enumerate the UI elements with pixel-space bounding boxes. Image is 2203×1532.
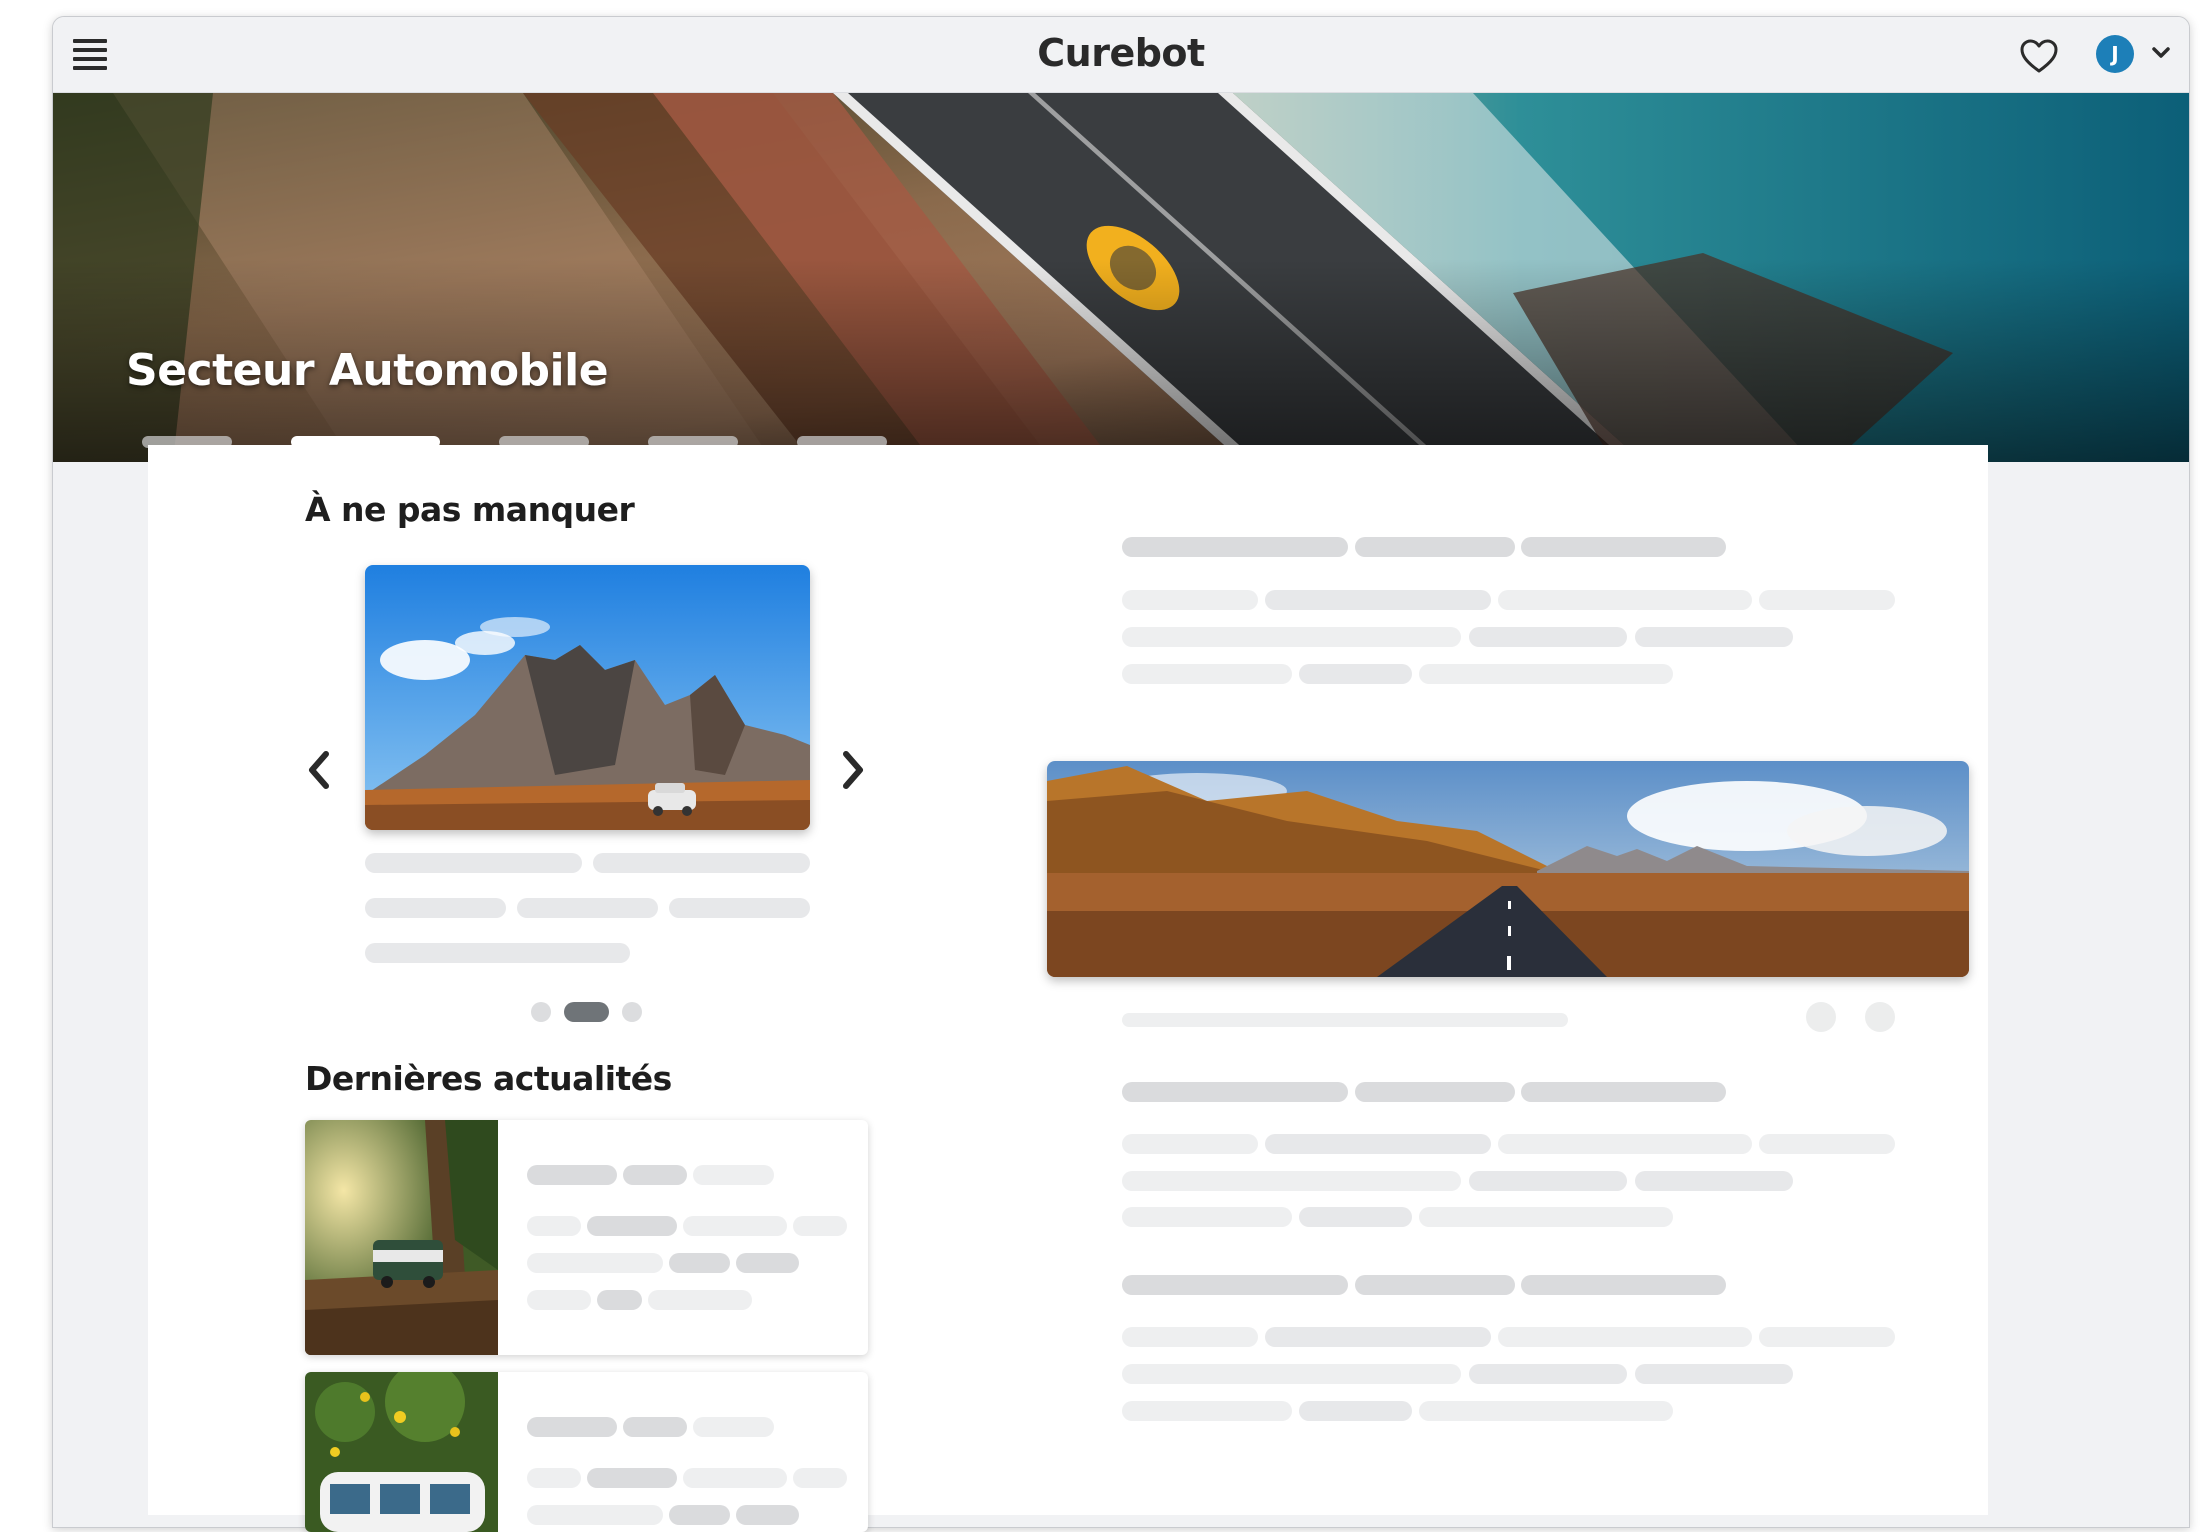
- skeleton-line: [1498, 590, 1752, 610]
- chevron-left-icon[interactable]: [302, 748, 336, 792]
- skeleton-line: [1122, 664, 1292, 684]
- skeleton-line: [527, 1290, 591, 1310]
- skeleton-line: [669, 1253, 730, 1273]
- skeleton-title: [623, 1417, 687, 1437]
- skeleton-line: [669, 1505, 730, 1525]
- skeleton-title: [1122, 1082, 1348, 1102]
- skeleton-title: [1122, 537, 1348, 557]
- heart-icon[interactable]: [2019, 37, 2059, 77]
- skeleton-line: [1299, 1207, 1412, 1227]
- news-thumbnail: [305, 1120, 498, 1355]
- skeleton-line: [1419, 1401, 1673, 1421]
- skeleton-line: [1419, 1207, 1673, 1227]
- skeleton-line: [1265, 1327, 1491, 1347]
- skeleton-line: [1122, 1171, 1461, 1191]
- news-thumbnail: [305, 1372, 498, 1532]
- skeleton-line: [1635, 627, 1793, 647]
- skeleton-title: [1521, 1082, 1726, 1102]
- skeleton-line: [527, 1468, 581, 1488]
- user-avatar[interactable]: J: [2096, 35, 2134, 73]
- top-bar: Curebot J: [53, 17, 2189, 93]
- skeleton-line: [527, 1216, 581, 1236]
- skeleton-line: [365, 898, 506, 918]
- carousel-dot-3[interactable]: [622, 1002, 642, 1022]
- skeleton-title: [1355, 1082, 1515, 1102]
- skeleton-line: [1265, 590, 1491, 610]
- skeleton-line: [527, 1505, 663, 1525]
- news-card[interactable]: [305, 1372, 868, 1532]
- news-card[interactable]: [305, 1120, 868, 1355]
- carousel-dot-1[interactable]: [531, 1002, 551, 1022]
- skeleton-title: [623, 1165, 687, 1185]
- skeleton-title: [693, 1165, 774, 1185]
- skeleton-title: [693, 1417, 774, 1437]
- skeleton-title: [1521, 1275, 1726, 1295]
- skeleton-title: [527, 1165, 617, 1185]
- skeleton-line: [1122, 1327, 1258, 1347]
- skeleton-line: [1299, 664, 1412, 684]
- skeleton-line: [365, 853, 582, 873]
- skeleton-line: [1122, 1207, 1292, 1227]
- skeleton-line: [1635, 1364, 1793, 1384]
- skeleton-line: [587, 1468, 677, 1488]
- share-action[interactable]: [1806, 1002, 1836, 1032]
- skeleton-line: [1498, 1134, 1752, 1154]
- skeleton-line: [793, 1468, 847, 1488]
- skeleton-line: [1265, 1134, 1491, 1154]
- skeleton-line: [793, 1216, 847, 1236]
- skeleton-title: [1122, 1275, 1348, 1295]
- skeleton-line: [1469, 1364, 1627, 1384]
- chevron-right-icon[interactable]: [836, 748, 870, 792]
- skeleton-line: [517, 898, 658, 918]
- carousel-dot-2[interactable]: [564, 1002, 609, 1022]
- skeleton-line: [1759, 1134, 1895, 1154]
- skeleton-line: [1122, 1401, 1292, 1421]
- section-title-latest-news: Dernières actualités: [305, 1059, 672, 1098]
- skeleton-line: [365, 943, 630, 963]
- article-image[interactable]: [1047, 761, 1969, 977]
- hero-title: Secteur Automobile: [126, 345, 609, 396]
- skeleton-line: [648, 1290, 752, 1310]
- hero-banner: Secteur Automobile: [53, 93, 2189, 462]
- skeleton-line: [1299, 1401, 1412, 1421]
- skeleton-line: [1122, 590, 1258, 610]
- skeleton-line: [1122, 1134, 1258, 1154]
- app-brand: Curebot: [1037, 31, 1205, 75]
- featured-article-image[interactable]: [365, 565, 810, 830]
- skeleton-line: [736, 1505, 799, 1525]
- skeleton-line: [593, 853, 810, 873]
- skeleton-line: [669, 898, 810, 918]
- skeleton-line: [1759, 590, 1895, 610]
- skeleton-line: [683, 1216, 787, 1236]
- skeleton-title: [1355, 1275, 1515, 1295]
- skeleton-line: [1498, 1327, 1752, 1347]
- skeleton-line: [1469, 627, 1627, 647]
- skeleton-line: [527, 1253, 663, 1273]
- skeleton-line: [1469, 1171, 1627, 1191]
- skeleton-title: [1521, 537, 1726, 557]
- skeleton-line: [1122, 1364, 1461, 1384]
- skeleton-line: [587, 1216, 677, 1236]
- skeleton-caption: [1122, 1013, 1568, 1027]
- skeleton-line: [1122, 627, 1461, 647]
- skeleton-line: [1635, 1171, 1793, 1191]
- chevron-down-icon[interactable]: [2151, 45, 2171, 61]
- skeleton-line: [1419, 664, 1673, 684]
- bookmark-action[interactable]: [1865, 1002, 1895, 1032]
- skeleton-line: [1759, 1327, 1895, 1347]
- skeleton-title: [527, 1417, 617, 1437]
- skeleton-line: [597, 1290, 642, 1310]
- hero-image: [53, 93, 2189, 462]
- skeleton-line: [683, 1468, 787, 1488]
- skeleton-line: [736, 1253, 799, 1273]
- section-title-must-see: À ne pas manquer: [305, 490, 635, 529]
- skeleton-title: [1355, 537, 1515, 557]
